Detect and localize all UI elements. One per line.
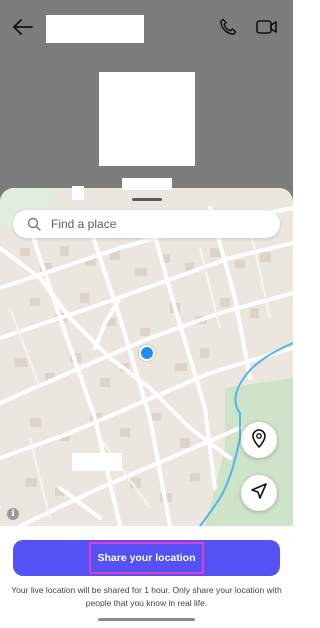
- video-call-button[interactable]: [252, 15, 282, 43]
- map-pin-icon: [251, 428, 267, 453]
- recenter-button[interactable]: [241, 475, 277, 511]
- redacted-block: [72, 186, 84, 200]
- map-info-icon[interactable]: i: [7, 508, 19, 520]
- search-placeholder: Find a place: [51, 217, 117, 231]
- map-label-redacted: [72, 453, 122, 471]
- navigation-arrow-icon: [251, 482, 267, 504]
- back-button[interactable]: [8, 15, 38, 43]
- share-location-label: Share your location: [89, 542, 204, 574]
- video-camera-icon: [256, 19, 278, 40]
- search-input[interactable]: Find a place: [13, 210, 280, 238]
- arrow-left-icon: [13, 18, 33, 40]
- current-location-marker: [139, 345, 155, 361]
- location-map[interactable]: Find a place i: [0, 188, 293, 526]
- contact-name-redacted: [46, 15, 144, 43]
- phone-icon: [219, 18, 237, 41]
- redacted-block: [122, 178, 172, 190]
- drop-pin-button[interactable]: [241, 422, 277, 458]
- home-indicator[interactable]: [98, 618, 195, 621]
- search-icon: [27, 217, 41, 231]
- live-location-disclaimer: Your live location will be shared for 1 …: [11, 585, 282, 608]
- voice-call-button[interactable]: [214, 15, 242, 43]
- share-location-button[interactable]: Share your location: [13, 540, 280, 576]
- chat-header-overlay: [0, 0, 293, 200]
- sheet-drag-handle[interactable]: [132, 198, 162, 201]
- avatar-redacted: [99, 72, 195, 166]
